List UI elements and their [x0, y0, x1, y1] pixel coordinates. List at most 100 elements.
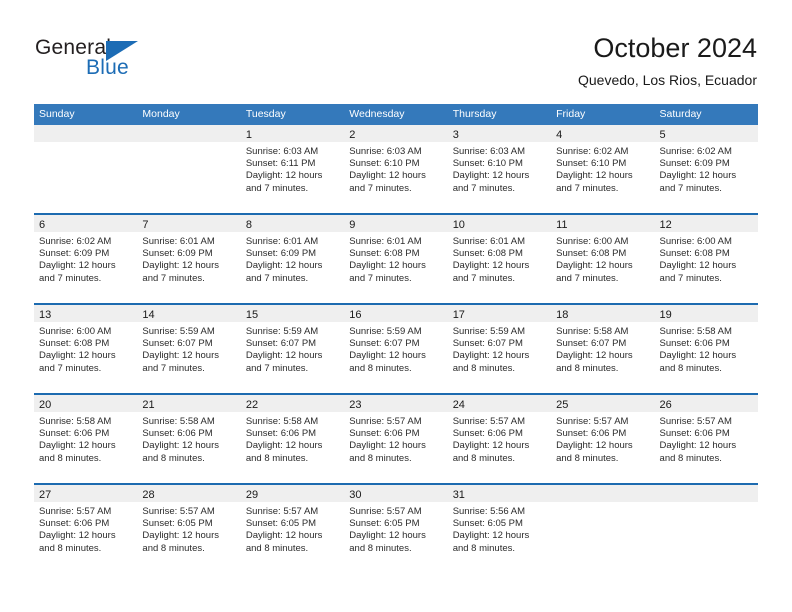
daylight-text-line2: and 8 minutes. — [349, 362, 412, 374]
day-number: 13 — [39, 309, 52, 321]
daylight-text-line2: and 7 minutes. — [39, 272, 102, 284]
day-cell[interactable]: 9 Sunrise: 6:01 AM Sunset: 6:08 PM Daylight… — [344, 215, 448, 303]
day-cell[interactable]: 18 Sunrise: 5:58 AM Sunset: 6:07 PM Dayligh… — [551, 305, 655, 393]
day-cell[interactable]: 20 Sunrise: 5:58 AM Sunset: 6:06 PM Dayligh… — [34, 395, 138, 483]
daylight-text-line1: Daylight: 12 hours — [659, 350, 737, 362]
sunset-text: Sunset: 6:07 PM — [142, 338, 213, 350]
sunrise-text: Sunrise: 5:57 AM — [39, 506, 112, 517]
day-cell[interactable]: 15 Sunrise: 5:59 AM Sunset: 6:07 PM Dayligh… — [240, 305, 345, 393]
calendar-week-row: 27 Sunrise: 5:57 AM Sunset: 6:06 PM Dayligh… — [34, 483, 758, 573]
day-cell[interactable]: 1 Sunrise: 6:03 AM Sunset: 6:11 PM Daylight… — [240, 125, 345, 213]
day-number: 27 — [39, 489, 52, 501]
general-blue-logo: General Blue — [35, 36, 215, 86]
day-cell[interactable]: 30 Sunrise: 5:57 AM Sunset: 6:05 PM Dayligh… — [344, 485, 448, 573]
day-number-band: 1 — [240, 125, 345, 142]
sunset-text: Sunset: 6:06 PM — [39, 428, 110, 440]
day-number-band: 30 — [344, 485, 448, 502]
day-cell[interactable]: 6 Sunrise: 6:02 AM Sunset: 6:09 PM Daylight… — [34, 215, 138, 303]
day-number-band: 20 — [34, 395, 138, 412]
daylight-text-line2: and 7 minutes. — [39, 362, 102, 374]
day-cell[interactable]: 17 Sunrise: 5:59 AM Sunset: 6:07 PM Dayligh… — [447, 305, 552, 393]
day-cell[interactable]: 13 Sunrise: 6:00 AM Sunset: 6:08 PM Dayligh… — [34, 305, 138, 393]
day-number: 22 — [245, 399, 259, 411]
sunset-text: Sunset: 6:07 PM — [245, 338, 317, 350]
day-cell[interactable]: 28 Sunrise: 5:57 AM Sunset: 6:05 PM Dayligh… — [137, 485, 241, 573]
sunset-text: Sunset: 6:09 PM — [142, 248, 213, 260]
daylight-text-line2: and 7 minutes. — [245, 272, 309, 284]
day-details: Sunrise: 5:57 AM Sunset: 6:05 PM Daylight:… — [344, 502, 447, 555]
day-number: 21 — [142, 399, 155, 411]
daylight-text-line1: Daylight: 12 hours — [39, 350, 116, 362]
day-number-band: 3 — [447, 125, 552, 142]
day-cell[interactable]: 27 Sunrise: 5:57 AM Sunset: 6:06 PM Dayligh… — [34, 485, 138, 573]
day-details: Sunrise: 5:57 AM Sunset: 6:06 PM Daylight:… — [551, 412, 654, 465]
day-cell[interactable]: 4 Sunrise: 6:02 AM Sunset: 6:10 PM Daylight… — [551, 125, 655, 213]
day-cell[interactable]: 24 Sunrise: 5:57 AM Sunset: 6:06 PM Dayligh… — [447, 395, 552, 483]
day-details: Sunrise: 6:03 AM Sunset: 6:10 PM Daylight:… — [344, 142, 447, 195]
daylight-text-line1: Daylight: 12 hours — [556, 170, 633, 182]
day-details: Sunrise: 5:57 AM Sunset: 6:06 PM Daylight:… — [34, 502, 137, 555]
day-cell[interactable]: 3 Sunrise: 6:03 AM Sunset: 6:10 PM Daylight… — [447, 125, 552, 213]
day-cell[interactable]: 11 Sunrise: 6:00 AM Sunset: 6:08 PM Dayligh… — [551, 215, 655, 303]
day-details: Sunrise: 5:59 AM Sunset: 6:07 PM Daylight:… — [241, 322, 344, 375]
day-cell[interactable]: 14 Sunrise: 5:59 AM Sunset: 6:07 PM Dayligh… — [137, 305, 241, 393]
day-cell[interactable]: 2 Sunrise: 6:03 AM Sunset: 6:10 PM Daylight… — [344, 125, 448, 213]
daylight-text-line1: Daylight: 12 hours — [142, 350, 219, 362]
daylight-text-line2: and 8 minutes. — [659, 452, 722, 464]
day-details: Sunrise: 5:59 AM Sunset: 6:07 PM Daylight:… — [344, 322, 447, 375]
sunset-text: Sunset: 6:05 PM — [245, 518, 317, 530]
day-cell-empty — [137, 125, 241, 213]
sunset-text: Sunset: 6:06 PM — [245, 428, 317, 440]
sunset-text: Sunset: 6:05 PM — [142, 518, 213, 530]
daylight-text-line2: and 8 minutes. — [452, 542, 516, 554]
daylight-text-line1: Daylight: 12 hours — [452, 170, 530, 182]
day-cell[interactable]: 26 Sunrise: 5:57 AM Sunset: 6:06 PM Dayligh… — [654, 395, 758, 483]
daylight-text-line1: Daylight: 12 hours — [349, 350, 426, 362]
day-details: Sunrise: 6:01 AM Sunset: 6:09 PM Daylight:… — [241, 232, 344, 285]
day-cell[interactable]: 12 Sunrise: 6:00 AM Sunset: 6:08 PM Dayligh… — [654, 215, 758, 303]
day-cell[interactable]: 21 Sunrise: 5:58 AM Sunset: 6:06 PM Dayligh… — [137, 395, 241, 483]
day-cell[interactable]: 10 Sunrise: 6:01 AM Sunset: 6:08 PM Dayligh… — [447, 215, 552, 303]
day-cell[interactable]: 29 Sunrise: 5:57 AM Sunset: 6:05 PM Dayligh… — [240, 485, 345, 573]
weekday-header-thursday: Thursday — [452, 108, 497, 120]
day-cell[interactable]: 23 Sunrise: 5:57 AM Sunset: 6:06 PM Dayligh… — [344, 395, 448, 483]
day-number-band: 21 — [137, 395, 241, 412]
daylight-text-line1: Daylight: 12 hours — [659, 170, 737, 182]
sunset-text: Sunset: 6:10 PM — [452, 158, 523, 170]
day-cell[interactable]: 19 Sunrise: 5:58 AM Sunset: 6:06 PM Dayligh… — [654, 305, 758, 393]
day-cell[interactable]: 25 Sunrise: 5:57 AM Sunset: 6:06 PM Dayligh… — [551, 395, 655, 483]
day-details: Sunrise: 6:02 AM Sunset: 6:09 PM Daylight:… — [34, 232, 137, 285]
daylight-text-line2: and 8 minutes. — [452, 362, 516, 374]
day-cell[interactable]: 7 Sunrise: 6:01 AM Sunset: 6:09 PM Daylight… — [137, 215, 241, 303]
daylight-text-line1: Daylight: 12 hours — [39, 530, 116, 542]
sunrise-text: Sunrise: 6:01 AM — [245, 236, 319, 247]
daylight-text-line2: and 7 minutes. — [349, 182, 412, 194]
day-number-band: 16 — [344, 305, 448, 322]
day-details: Sunrise: 6:03 AM Sunset: 6:11 PM Daylight:… — [241, 142, 344, 195]
day-cell[interactable]: 5 Sunrise: 6:02 AM Sunset: 6:09 PM Daylight… — [654, 125, 758, 213]
day-details: Sunrise: 6:03 AM Sunset: 6:10 PM Daylight:… — [448, 142, 551, 195]
day-cell[interactable]: 22 Sunrise: 5:58 AM Sunset: 6:06 PM Dayligh… — [240, 395, 345, 483]
sunset-text: Sunset: 6:05 PM — [452, 518, 523, 530]
sunrise-text: Sunrise: 5:57 AM — [659, 416, 732, 427]
day-number-band: 15 — [240, 305, 345, 322]
day-number: 5 — [659, 129, 666, 141]
sunset-text: Sunset: 6:08 PM — [349, 248, 420, 260]
day-cell[interactable]: 31 Sunrise: 5:56 AM Sunset: 6:05 PM Dayligh… — [447, 485, 552, 573]
day-number-band: 11 — [551, 215, 655, 232]
sunset-text: Sunset: 6:06 PM — [452, 428, 523, 440]
daylight-text-line2: and 7 minutes. — [452, 182, 516, 194]
day-cell[interactable]: 8 Sunrise: 6:01 AM Sunset: 6:09 PM Daylight… — [240, 215, 345, 303]
sunset-text: Sunset: 6:09 PM — [39, 248, 110, 260]
day-details: Sunrise: 6:01 AM Sunset: 6:09 PM Daylight:… — [137, 232, 240, 285]
page-subtitle: Quevedo, Los Rios, Ecuador — [578, 72, 757, 88]
day-number: 8 — [245, 219, 252, 231]
day-cell[interactable]: 16 Sunrise: 5:59 AM Sunset: 6:07 PM Dayligh… — [344, 305, 448, 393]
daylight-text-line2: and 7 minutes. — [142, 362, 205, 374]
sunset-text: Sunset: 6:08 PM — [39, 338, 110, 350]
sunrise-text: Sunrise: 5:57 AM — [349, 416, 422, 427]
day-number: 9 — [349, 219, 356, 231]
day-number-band: 29 — [240, 485, 345, 502]
day-details: Sunrise: 6:00 AM Sunset: 6:08 PM Daylight:… — [34, 322, 137, 375]
day-details: Sunrise: 6:02 AM Sunset: 6:10 PM Daylight:… — [551, 142, 654, 195]
